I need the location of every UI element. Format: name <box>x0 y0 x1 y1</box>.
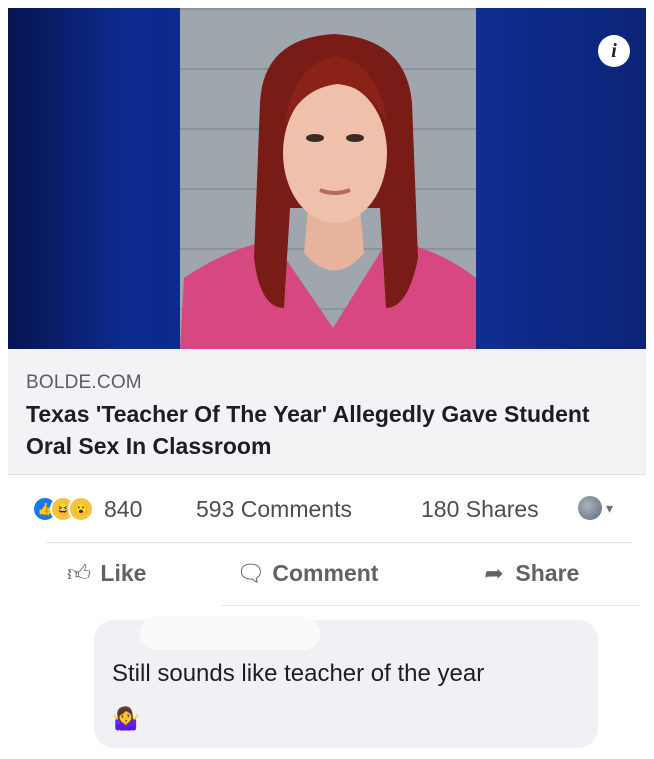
link-domain: BOLDE.COM <box>26 372 142 393</box>
divider <box>46 542 632 543</box>
link-preview-meta[interactable]: BOLDE.COM Texas 'Teacher Of The Year' Al… <box>8 349 646 475</box>
viewer-avatar[interactable] <box>578 496 602 520</box>
link-post-card: i BOLDE.COM Texas 'Teacher Of The Year' … <box>8 8 646 613</box>
reaction-icons[interactable]: 👍 😆 😮 <box>32 496 102 522</box>
divider <box>221 605 639 606</box>
chevron-down-icon[interactable]: ▾ <box>606 496 613 520</box>
like-button[interactable]: 👍︎ Like <box>64 560 146 592</box>
reaction-count[interactable]: 840 <box>104 496 142 523</box>
shares-count[interactable]: 180 Shares <box>421 496 539 523</box>
like-label: Like <box>100 560 147 586</box>
comments-count[interactable]: 593 Comments <box>196 496 352 523</box>
engagement-bar: 👍 😆 😮 840 593 Comments 180 Shares ▾ <box>8 480 646 535</box>
post-actions: 👍︎ Like 🗨 Comment ➦ Share <box>8 550 646 606</box>
share-label: Share <box>515 560 580 586</box>
comment-icon: 🗨 <box>236 560 266 586</box>
share-icon: ➦ <box>484 560 504 586</box>
link-headline[interactable]: Texas 'Teacher Of The Year' Allegedly Ga… <box>26 398 626 462</box>
share-button[interactable]: ➦ Share <box>479 560 579 592</box>
comment-button[interactable]: 🗨 Comment <box>236 560 378 592</box>
comment-text: Still sounds like teacher of the year <box>112 660 485 687</box>
article-image[interactable]: i <box>8 8 646 349</box>
wow-reaction-icon: 😮 <box>68 496 94 522</box>
shrug-emoji-icon: 🤷‍♀️ <box>112 706 140 731</box>
redacted-commenter-name <box>140 616 320 650</box>
mugshot-figure <box>180 34 476 349</box>
info-icon[interactable]: i <box>598 35 630 67</box>
comment-label: Comment <box>272 560 379 586</box>
thumbs-up-icon: 👍︎ <box>66 560 92 586</box>
